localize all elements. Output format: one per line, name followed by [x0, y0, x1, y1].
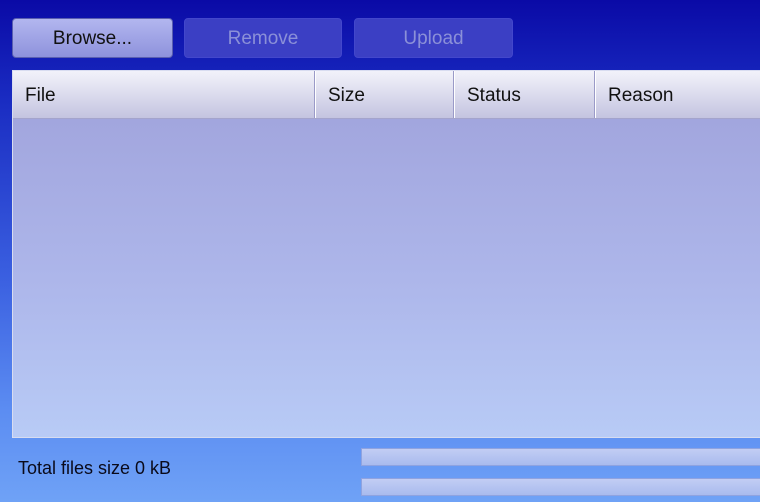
column-header-size[interactable]: Size — [315, 71, 454, 118]
file-progress-bar — [361, 448, 760, 466]
total-progress-bar — [361, 478, 760, 496]
column-header-status[interactable]: Status — [454, 71, 595, 118]
remove-button[interactable]: Remove — [184, 18, 342, 58]
uploader-window: Browse... Remove Upload File Size Status… — [0, 0, 760, 502]
upload-button[interactable]: Upload — [354, 18, 513, 58]
file-list[interactable] — [13, 119, 760, 437]
browse-button[interactable]: Browse... — [12, 18, 173, 58]
total-files-size: Total files size 0 kB — [18, 458, 172, 478]
column-header-reason[interactable]: Reason — [595, 71, 760, 118]
status-footer: Total files size 0 kB — [0, 438, 760, 502]
toolbar: Browse... Remove Upload — [12, 18, 752, 58]
file-table: File Size Status Reason — [12, 70, 760, 438]
column-header-file[interactable]: File — [13, 71, 315, 118]
table-header: File Size Status Reason — [13, 71, 760, 119]
